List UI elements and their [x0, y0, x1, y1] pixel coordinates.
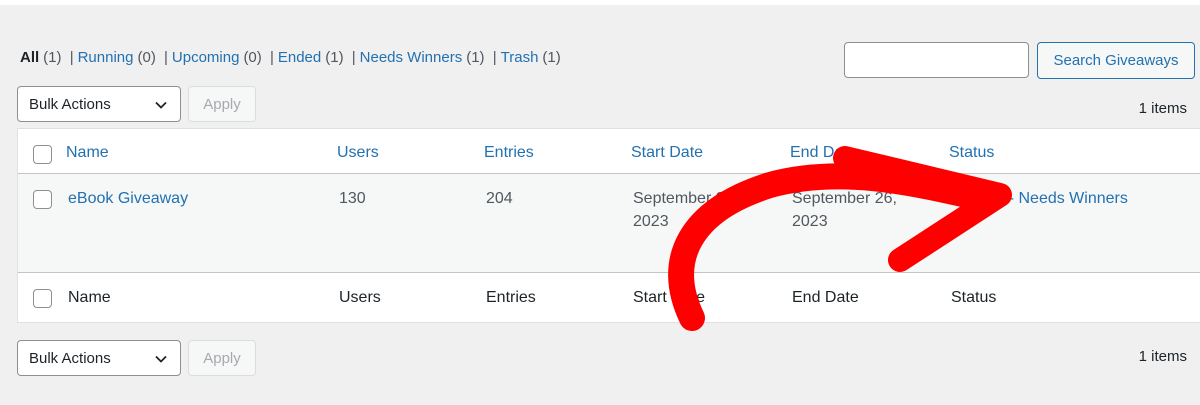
filter-ended[interactable]: Ended	[278, 49, 321, 66]
filter-trash-count: (1)	[542, 49, 561, 66]
chevron-down-icon	[155, 101, 167, 109]
column-end-date[interactable]: End Date	[790, 141, 857, 164]
users-value: 130	[339, 190, 366, 207]
footer-column-entries: Entries	[486, 289, 536, 306]
items-count-top: 1 items	[1138, 100, 1187, 117]
column-entries[interactable]: Entries	[484, 141, 534, 164]
filter-upcoming[interactable]: Upcoming	[172, 49, 240, 66]
filter-needs-winners-count: (1)	[466, 49, 485, 66]
top-edge	[0, 0, 1200, 5]
column-name[interactable]: Name	[66, 141, 109, 164]
giveaway-name-link[interactable]: eBook Giveaway	[68, 187, 188, 210]
bulk-actions-label: Bulk Actions	[29, 95, 111, 113]
bulk-actions-select-top[interactable]: Bulk Actions	[17, 86, 181, 122]
table-header-row: Name Users Entries Start Date End Date S…	[18, 129, 1200, 174]
filter-ended-count: (1)	[325, 49, 344, 66]
filter-needs-winners[interactable]: Needs Winners	[360, 49, 463, 66]
row-checkbox[interactable]	[33, 190, 52, 209]
bulk-actions-select-bottom[interactable]: Bulk Actions	[17, 340, 181, 376]
items-count-bottom: 1 items	[1138, 348, 1187, 365]
apply-button-bottom[interactable]: Apply	[188, 340, 256, 376]
apply-button-top[interactable]: Apply	[188, 86, 256, 122]
footer-column-start-date: Start Date	[633, 289, 706, 306]
footer-column-status: Status	[951, 289, 997, 306]
table-row: eBook Giveaway 130 204 September 23, 202…	[18, 174, 1200, 273]
entries-value: 204	[486, 190, 513, 207]
end-date-value: September 26, 2023	[792, 190, 897, 230]
filter-all-count: (1)	[43, 49, 62, 66]
footer-column-end-date: End Date	[792, 289, 859, 306]
column-users[interactable]: Users	[337, 141, 379, 164]
select-all-checkbox[interactable]	[33, 145, 52, 164]
footer-column-name: Name	[68, 289, 111, 306]
filter-running-count: (0)	[137, 49, 156, 66]
filter-upcoming-count: (0)	[243, 49, 262, 66]
column-status[interactable]: Status	[949, 141, 994, 164]
bulk-actions-label-bottom: Bulk Actions	[29, 349, 111, 367]
status-filters: All (1) | Running (0) | Upcoming (0) | Ended (1…	[20, 49, 561, 66]
select-all-checkbox-footer[interactable]	[33, 289, 52, 308]
filter-trash[interactable]: Trash	[501, 49, 539, 66]
start-date-value: September 23, 2023	[633, 190, 738, 230]
filter-all[interactable]: All	[20, 49, 39, 66]
table-footer-row: Name Users Entries Start Date End Date S…	[18, 273, 1200, 323]
status-link[interactable]: Ended - Needs Winners	[958, 187, 1128, 210]
chevron-down-icon	[155, 355, 167, 363]
search-input[interactable]	[844, 42, 1029, 78]
footer-column-users: Users	[339, 289, 381, 306]
filter-running[interactable]: Running	[78, 49, 134, 66]
search-giveaways-button[interactable]: Search Giveaways	[1037, 42, 1195, 79]
column-start-date[interactable]: Start Date	[631, 141, 703, 164]
giveaways-table: Name Users Entries Start Date End Date S…	[17, 128, 1200, 323]
